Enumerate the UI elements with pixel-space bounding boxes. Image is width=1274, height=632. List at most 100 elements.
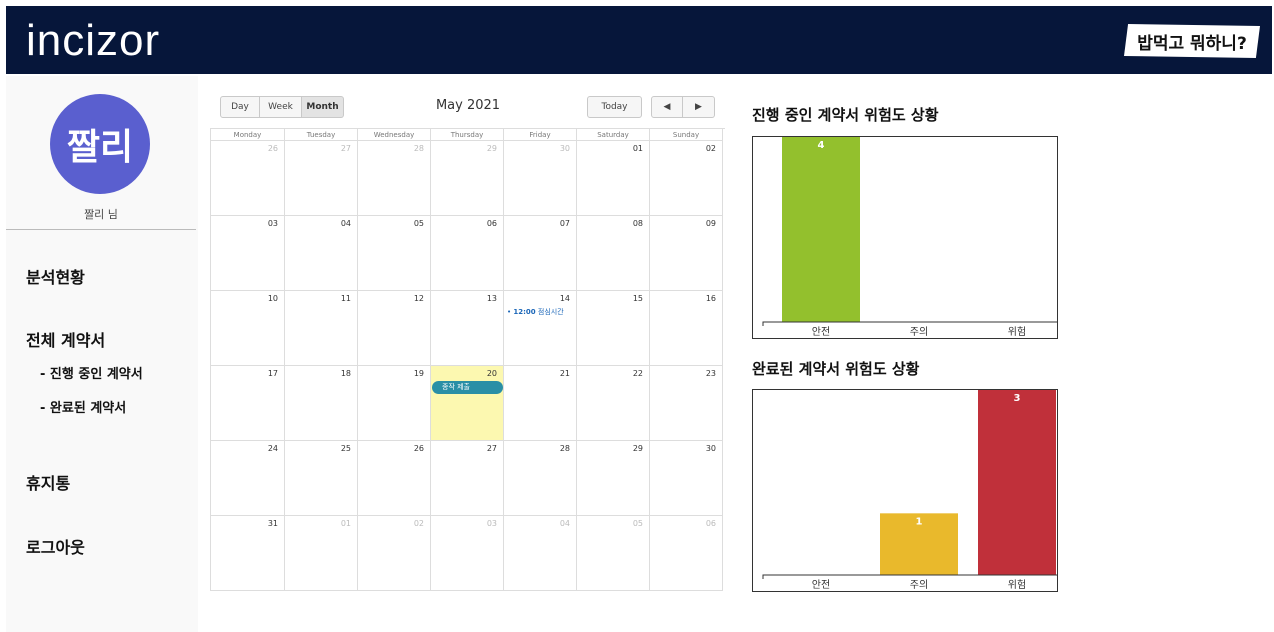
calendar-day[interactable]: 05 <box>358 216 431 291</box>
day-number: 04 <box>340 219 351 228</box>
calendar-day[interactable]: 27 <box>285 141 358 216</box>
next-month-icon[interactable]: ▶ <box>683 96 715 118</box>
calendar-day[interactable]: 02 <box>358 516 431 591</box>
calendar-day[interactable]: 07 <box>504 216 577 291</box>
calendar-day[interactable]: 26 <box>358 441 431 516</box>
category-label: 안전 <box>812 326 830 338</box>
day-number: 26 <box>413 444 424 453</box>
prev-month-icon[interactable]: ◀ <box>651 96 683 118</box>
nav-completed-contracts[interactable]: - 완료된 계약서 <box>40 397 126 416</box>
calendar-day[interactable]: 04 <box>285 216 358 291</box>
day-number: 06 <box>486 219 497 228</box>
day-number: 27 <box>340 144 351 153</box>
calendar-day[interactable]: 30 <box>650 441 723 516</box>
calendar-day[interactable]: 16 <box>650 291 723 366</box>
calendar-day[interactable]: 29 <box>577 441 650 516</box>
weekday-label: Sunday <box>650 129 723 141</box>
x-axis-line <box>762 574 1078 579</box>
chart-title-in-progress: 진행 중인 계약서 위험도 상황 <box>752 106 939 124</box>
calendar-day[interactable]: 31 <box>211 516 285 591</box>
calendar-event[interactable]: • 12:00 점심시간 <box>507 307 564 317</box>
day-number: 12 <box>413 294 424 303</box>
calendar-day[interactable]: 01 <box>285 516 358 591</box>
calendar-event[interactable]: 종작 제출 <box>432 381 503 394</box>
calendar-day[interactable]: 28 <box>504 441 577 516</box>
calendar-day[interactable]: 18 <box>285 366 358 441</box>
today-group: Today <box>587 96 642 118</box>
view-week-button[interactable]: Week <box>260 96 302 118</box>
weekday-label: Friday <box>504 129 577 141</box>
day-number: 20 <box>486 369 497 378</box>
weekday-label: Saturday <box>577 129 650 141</box>
calendar-day[interactable]: 02 <box>650 141 723 216</box>
calendar-day[interactable]: 15 <box>577 291 650 366</box>
x-axis-line <box>762 321 1078 326</box>
nav-in-progress-contracts[interactable]: - 진행 중인 계약서 <box>40 363 143 382</box>
calendar-day[interactable]: 26 <box>211 141 285 216</box>
calendar-day[interactable]: 12 <box>358 291 431 366</box>
bar-위험 <box>978 390 1056 575</box>
calendar-day[interactable]: 28 <box>358 141 431 216</box>
calendar-day[interactable]: 14 • 12:00 점심시간 <box>504 291 577 366</box>
calendar-day[interactable]: 03 <box>431 516 504 591</box>
calendar-day[interactable]: 06 <box>650 516 723 591</box>
nav-arrows: ◀ ▶ <box>651 96 715 118</box>
calendar-day[interactable]: 24 <box>211 441 285 516</box>
day-number: 28 <box>559 444 570 453</box>
view-day-button[interactable]: Day <box>220 96 260 118</box>
calendar-day[interactable]: 04 <box>504 516 577 591</box>
category-label: 안전 <box>812 579 830 591</box>
nav-all-contracts[interactable]: 전체 계약서 <box>26 327 105 351</box>
weekday-label: Wednesday <box>358 129 431 141</box>
calendar-day[interactable]: 27 <box>431 441 504 516</box>
calendar-day[interactable]: 06 <box>431 216 504 291</box>
event-title: 점심시간 <box>537 308 564 316</box>
view-month-button[interactable]: Month <box>302 96 344 118</box>
day-number: 10 <box>267 294 278 303</box>
sidebar-divider <box>6 229 196 230</box>
calendar-day[interactable]: 21 <box>504 366 577 441</box>
calendar-day[interactable]: 25 <box>285 441 358 516</box>
calendar-day[interactable]: 29 <box>431 141 504 216</box>
calendar-week: 03 04 05 06 07 08 09 <box>211 216 725 291</box>
calendar-day[interactable]: 09 <box>650 216 723 291</box>
day-number: 01 <box>340 519 351 528</box>
nav-trash[interactable]: 휴지통 <box>26 470 70 494</box>
brand-badge: 밥먹고 뭐하니? <box>1124 24 1260 58</box>
calendar-day[interactable]: 11 <box>285 291 358 366</box>
nav-logout[interactable]: 로그아웃 <box>26 534 85 558</box>
day-number: 09 <box>705 219 716 228</box>
weekday-label: Monday <box>211 129 285 141</box>
calendar-week: 17 18 19 20 종작 제출 21 22 23 <box>211 366 725 441</box>
category-label: 주의 <box>910 579 928 591</box>
app-logo[interactable]: incizor <box>26 16 160 66</box>
calendar-day[interactable]: 10 <box>211 291 285 366</box>
day-number: 17 <box>267 369 278 378</box>
calendar-day[interactable]: 19 <box>358 366 431 441</box>
calendar-day[interactable]: 05 <box>577 516 650 591</box>
today-button[interactable]: Today <box>587 96 642 118</box>
calendar-day[interactable]: 30 <box>504 141 577 216</box>
day-number: 26 <box>267 144 278 153</box>
calendar-week: 26 27 28 29 30 01 02 <box>211 141 725 216</box>
calendar-day[interactable]: 20 종작 제출 <box>431 366 504 441</box>
calendar-day[interactable]: 01 <box>577 141 650 216</box>
calendar-day[interactable]: 17 <box>211 366 285 441</box>
chart-completed-svg: 안전 1 주의 3 위험 <box>762 390 1078 591</box>
day-number: 02 <box>705 144 716 153</box>
chart-completed: 안전 1 주의 3 위험 <box>752 389 1078 592</box>
calendar-day[interactable]: 23 <box>650 366 723 441</box>
calendar-day[interactable]: 13 <box>431 291 504 366</box>
chart-in-progress-svg: 4 안전 주의 위험 <box>762 137 1078 338</box>
nav-analysis[interactable]: 분석현황 <box>26 264 85 288</box>
day-number: 11 <box>340 294 351 303</box>
bar-value-label: 3 <box>1014 393 1021 404</box>
calendar-day[interactable]: 03 <box>211 216 285 291</box>
calendar-day[interactable]: 22 <box>577 366 650 441</box>
calendar-day[interactable]: 08 <box>577 216 650 291</box>
calendar-week: 24 25 26 27 28 29 30 <box>211 441 725 516</box>
top-header: incizor 밥먹고 뭐하니? <box>6 6 1272 74</box>
day-number: 19 <box>413 369 424 378</box>
day-number: 18 <box>340 369 351 378</box>
day-number: 01 <box>632 144 643 153</box>
